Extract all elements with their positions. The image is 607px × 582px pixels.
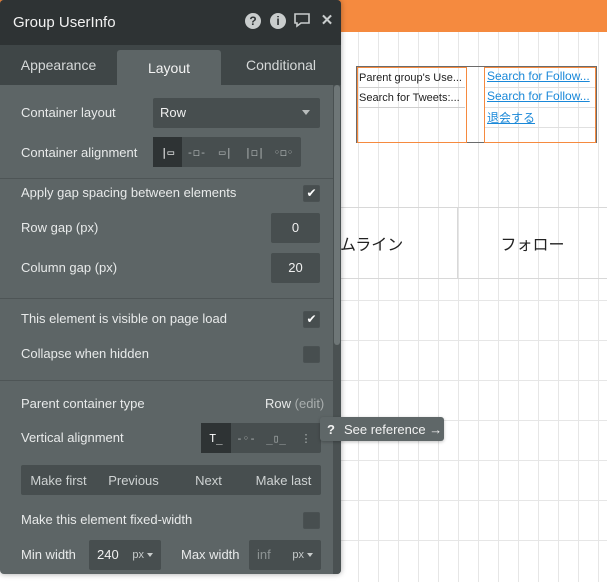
question-icon: ? <box>327 421 335 437</box>
follow-link-2[interactable]: Search for Follow... <box>487 89 595 103</box>
column-gap-label: Column gap (px) <box>21 260 118 275</box>
min-width-value: 240 <box>97 547 119 562</box>
parent-container-type-label: Parent container type <box>21 396 145 411</box>
grid-line <box>340 540 607 541</box>
vertical-alignment-label: Vertical alignment <box>21 430 124 445</box>
vertical-alignment-buttons: T̲ -◦- _▯_ ⋮ <box>201 423 321 453</box>
timeline-tab[interactable]: ムライン <box>340 208 457 278</box>
see-reference-text: See reference → <box>343 421 443 437</box>
min-width-label: Min width <box>21 547 76 562</box>
visible-on-load-label: This element is visible on page load <box>21 311 227 326</box>
tab-appearance[interactable]: Appearance <box>0 45 117 85</box>
align-middle-icon[interactable]: -◦- <box>231 423 261 453</box>
edit-link[interactable]: (edit) <box>295 396 325 411</box>
container-layout-label: Container layout <box>21 105 116 120</box>
collapse-when-hidden-checkbox[interactable] <box>303 346 320 363</box>
gap-spacing-label: Apply gap spacing between elements <box>21 185 237 200</box>
withdraw-link[interactable]: 退会する <box>487 109 595 126</box>
grid-line <box>340 300 607 301</box>
max-width-unit-select[interactable]: px <box>292 540 313 570</box>
max-width-placeholder: inf <box>257 547 271 562</box>
container-alignment-buttons: |▭ -◻- ▭| |◻| ◦◻◦ <box>153 137 301 167</box>
separator <box>485 107 595 108</box>
search-tweets-text[interactable]: Search for Tweets:... <box>359 90 465 108</box>
min-width-unit-select[interactable]: px <box>132 540 153 570</box>
column-gap-input[interactable]: 20 <box>271 253 320 283</box>
min-width-input[interactable]: 240 px <box>89 540 161 570</box>
divider <box>0 298 333 299</box>
next-button[interactable]: Next <box>171 465 246 495</box>
align-stretch-icon[interactable]: ⋮ <box>291 423 321 453</box>
separator <box>485 87 595 88</box>
panel-tabs: Appearance Layout Conditional <box>0 45 341 85</box>
info-circle-icon[interactable]: i <box>269 12 287 30</box>
chevron-down-icon <box>302 110 310 115</box>
group-userinfo-element[interactable]: Parent group's Use... Search for Tweets:… <box>356 66 597 143</box>
close-icon[interactable]: ✕ <box>318 12 336 30</box>
checkmark-icon: ✔ <box>306 186 317 200</box>
chevron-down-icon <box>307 553 313 558</box>
make-first-button[interactable]: Make first <box>21 465 96 495</box>
parent-group-text[interactable]: Parent group's Use... <box>359 70 465 88</box>
collapse-when-hidden-label: Collapse when hidden <box>21 346 149 361</box>
grid-line <box>340 380 607 381</box>
checkmark-icon: ✔ <box>306 312 317 326</box>
question-circle-icon[interactable]: ? <box>244 12 262 30</box>
container-layout-value: Row <box>160 105 187 120</box>
align-right-icon[interactable]: ▭| <box>211 137 240 167</box>
unit-label: px <box>292 549 304 561</box>
separator <box>485 127 595 128</box>
align-center-icon[interactable]: -◻- <box>182 137 211 167</box>
parent-container-type-value: Row (edit) <box>265 396 324 411</box>
container-alignment-label: Container alignment <box>21 145 138 160</box>
text-column[interactable]: Parent group's Use... Search for Tweets:… <box>357 67 467 143</box>
tab-layout[interactable]: Layout <box>117 50 221 85</box>
panel-header: Group UserInfo ? i ✕ <box>0 0 341 45</box>
follow-link-1[interactable]: Search for Follow... <box>487 69 595 83</box>
max-width-input[interactable]: inf px <box>249 540 321 570</box>
previous-button[interactable]: Previous <box>96 465 171 495</box>
follow-tab[interactable]: フォロー <box>457 208 607 278</box>
panel-scrollbar[interactable] <box>333 85 341 574</box>
container-layout-select[interactable]: Row <box>153 98 320 128</box>
grid-line <box>340 340 607 341</box>
grid-line <box>340 500 607 501</box>
divider <box>0 380 333 381</box>
scrollbar-thumb[interactable] <box>334 85 340 345</box>
see-reference-tooltip[interactable]: ? See reference → <box>320 417 444 441</box>
align-left-icon[interactable]: |▭ <box>153 137 182 167</box>
align-top-icon[interactable]: T̲ <box>201 423 231 453</box>
grid-line <box>340 460 607 461</box>
make-last-button[interactable]: Make last <box>246 465 321 495</box>
divider <box>0 178 333 179</box>
row-gap-input[interactable]: 0 <box>271 213 320 243</box>
visible-on-load-checkbox[interactable]: ✔ <box>303 311 320 328</box>
tab-conditional[interactable]: Conditional <box>221 45 341 85</box>
comment-icon[interactable] <box>293 12 311 30</box>
align-bottom-icon[interactable]: _▯_ <box>261 423 291 453</box>
gap-spacing-checkbox[interactable]: ✔ <box>303 185 320 202</box>
chevron-down-icon <box>147 553 153 558</box>
max-width-label: Max width <box>181 547 240 562</box>
row-gap-label: Row gap (px) <box>21 220 99 235</box>
element-order-buttons: Make first Previous Next Make last <box>21 465 321 495</box>
space-between-icon[interactable]: |◻| <box>240 137 269 167</box>
space-around-icon[interactable]: ◦◻◦ <box>269 137 298 167</box>
property-editor-panel: Group UserInfo ? i ✕ Appearance Layout C… <box>0 0 341 574</box>
unit-label: px <box>132 549 144 561</box>
canvas-tab-row: ムライン フォロー <box>340 207 607 279</box>
fixed-width-checkbox[interactable] <box>303 512 320 529</box>
panel-title: Group UserInfo <box>13 14 116 31</box>
link-column[interactable]: Search for Follow... Search for Follow..… <box>484 67 596 143</box>
parent-type-text: Row <box>265 396 292 411</box>
fixed-width-label: Make this element fixed-width <box>21 512 193 527</box>
